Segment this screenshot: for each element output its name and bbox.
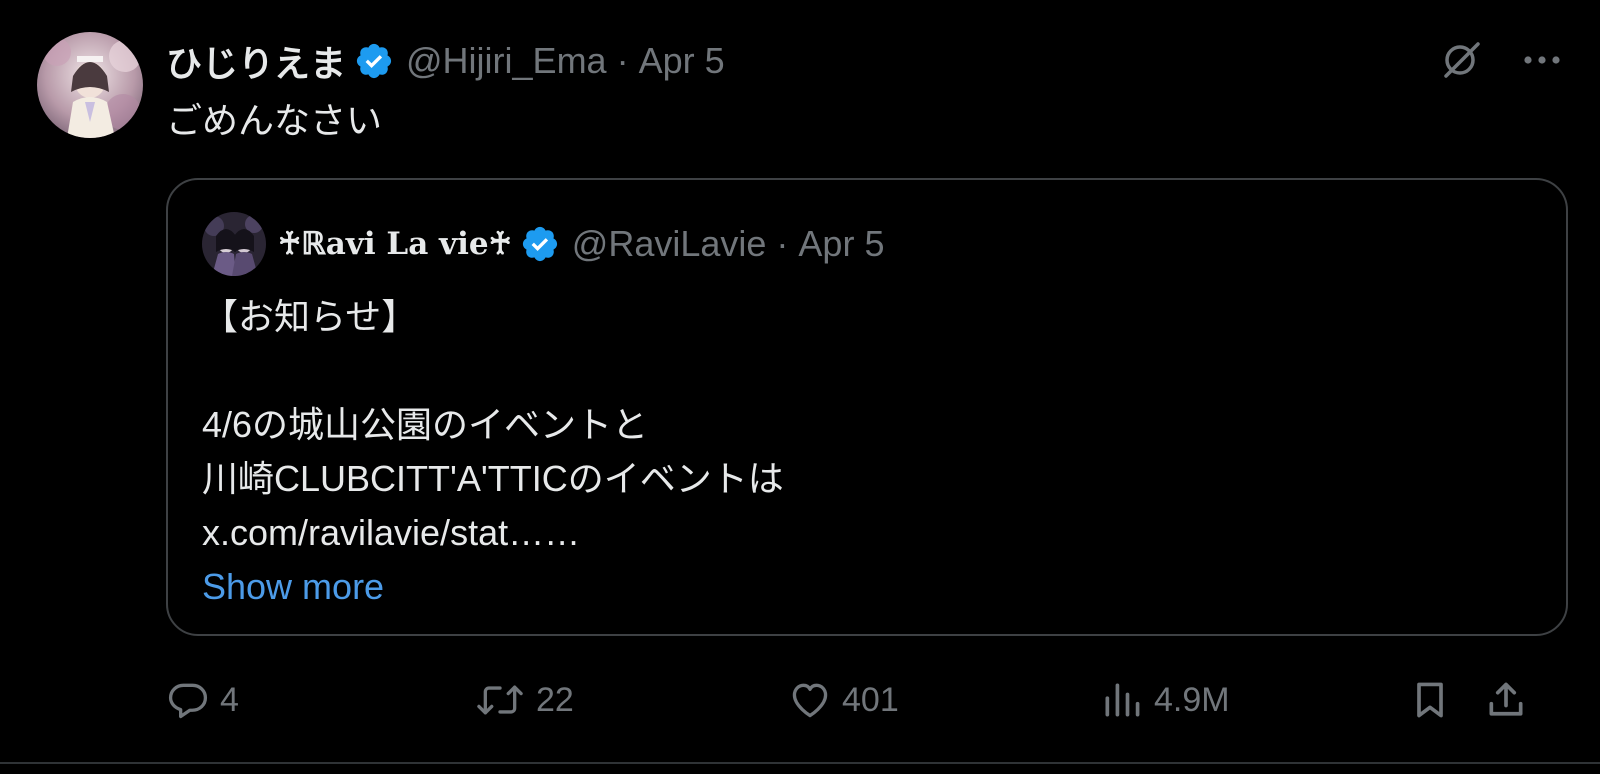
like-count: 401 <box>842 680 899 719</box>
bookmark-button[interactable] <box>1408 672 1452 728</box>
quoted-author-handle[interactable]: @RaviLavie <box>572 223 767 265</box>
bookmark-icon <box>1417 682 1443 718</box>
quoted-tweet-header: ♰ℝavi La vie♰ @RaviLavie · Apr 5 <box>202 212 884 276</box>
more-icon[interactable] <box>1520 38 1564 82</box>
reply-icon <box>168 683 208 719</box>
quoted-tweet-date[interactable]: Apr 5 <box>798 223 884 265</box>
like-icon <box>792 683 828 718</box>
show-more-link[interactable]: Show more <box>202 560 784 614</box>
quoted-text-line: 川崎CLUBCITT'A'TTICのイベントは <box>202 458 784 499</box>
tweet-action-bar: 4 22 401 4.9M <box>166 672 1566 728</box>
quoted-author-avatar[interactable] <box>202 212 266 276</box>
quoted-text-line: 4/6の城山公園のイベントと <box>202 404 649 445</box>
tweet[interactable]: ひじりえま @Hijiri_Ema · Apr 5 ごめんなさい ♰ℝavi L… <box>0 0 1600 774</box>
tweet-header: ひじりえま @Hijiri_Ema · Apr 5 <box>166 36 725 86</box>
tweet-date[interactable]: Apr 5 <box>639 40 725 82</box>
author-display-name[interactable]: ひじりえま <box>166 35 346 87</box>
quoted-text-line <box>202 344 784 398</box>
reply-button[interactable]: 4 <box>166 672 239 728</box>
quoted-author-display-name[interactable]: ♰ℝavi La vie♰ <box>278 226 512 262</box>
quoted-verified-badge-icon[interactable] <box>520 224 560 264</box>
quoted-separator-dot: · <box>776 223 789 264</box>
share-icon <box>1489 682 1523 716</box>
views-icon <box>1105 683 1140 717</box>
quoted-tweet[interactable]: ♰ℝavi La vie♰ @RaviLavie · Apr 5 【お知らせ】 … <box>166 178 1568 636</box>
verified-badge-icon[interactable] <box>354 41 394 81</box>
author-avatar-image <box>37 32 143 138</box>
views-count: 4.9M <box>1154 680 1230 719</box>
retweet-icon <box>477 685 523 715</box>
reply-count: 4 <box>220 680 239 719</box>
retweet-button[interactable]: 22 <box>474 672 574 728</box>
quoted-tweet-body: 【お知らせ】 4/6の城山公園のイベントと 川崎CLUBCITT'A'TTICの… <box>202 290 784 614</box>
quoted-text-line: 【お知らせ】 <box>202 296 418 337</box>
views-button[interactable]: 4.9M <box>1100 672 1230 728</box>
quoted-author-avatar-image <box>202 212 266 276</box>
tweet-text: ごめんなさい <box>166 100 383 141</box>
divider <box>0 762 1600 764</box>
separator-dot: · <box>616 40 629 81</box>
grok-icon[interactable] <box>1440 38 1484 82</box>
quoted-text-link[interactable]: x.com/ravilavie/stat…… <box>202 506 784 560</box>
like-button[interactable]: 401 <box>788 672 899 728</box>
author-avatar[interactable] <box>37 32 143 138</box>
retweet-count: 22 <box>536 680 574 719</box>
author-handle[interactable]: @Hijiri_Ema <box>406 40 607 82</box>
share-button[interactable] <box>1484 672 1528 728</box>
top-actions <box>1440 38 1564 82</box>
